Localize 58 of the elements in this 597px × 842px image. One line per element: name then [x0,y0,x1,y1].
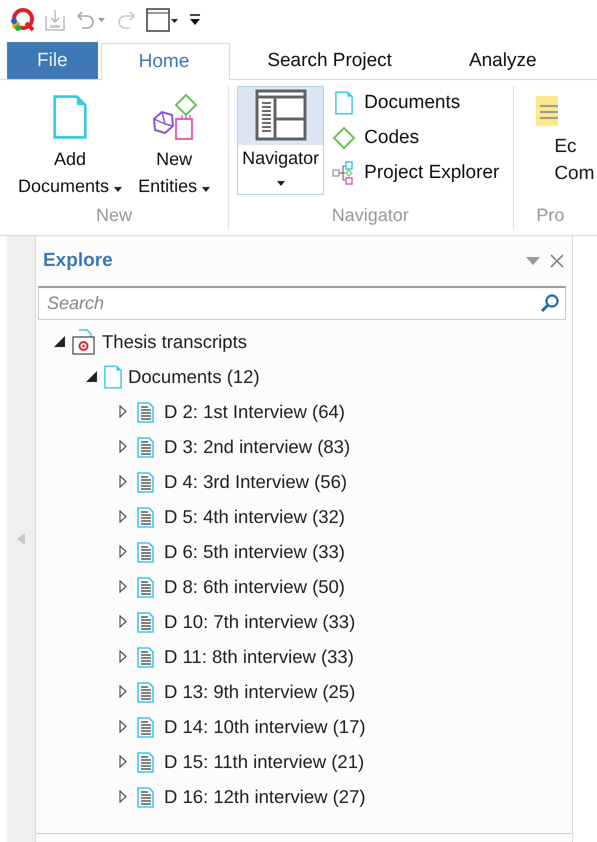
customize-menu-icon[interactable] [188,13,202,27]
collapsed-arrow-icon[interactable] [119,615,127,628]
ribbon-tab[interactable]: Search Project [230,42,432,79]
collapsed-arrow-icon[interactable] [119,580,127,593]
tree-item-label[interactable]: D 16: 12th interview (27) [164,786,366,808]
comment-icon [536,96,558,126]
tree-item-label[interactable]: D 14: 10th interview (17) [164,716,366,738]
collapsed-arrow-icon[interactable] [119,650,127,663]
document-icon [53,94,88,140]
collapsed-arrow-icon[interactable] [119,545,127,558]
ribbon-button[interactable]: Documents [328,86,504,119]
collapsed-arrow-icon[interactable] [119,475,127,488]
collapsed-arrow-icon[interactable] [119,440,127,453]
collapsed-arrow-icon[interactable] [119,790,127,803]
document-icon [104,364,122,388]
tree-item-label[interactable]: D 11: 8th interview (33) [164,646,354,668]
tree-item-label[interactable]: D 10: 7th interview (33) [164,610,356,632]
ribbon-button[interactable]: Add Documents [10,86,130,202]
ribbon-button-label[interactable]: Ec Com [524,86,594,187]
project-icon [72,328,96,354]
window-layout-icon[interactable] [146,7,180,33]
tree-item-label[interactable]: Documents (12) [128,366,260,388]
app-logo-icon[interactable] [10,7,36,33]
diamond-icon [332,126,356,150]
panel-title: Explore [43,250,114,272]
ribbon-tab[interactable]: File [7,42,98,79]
collapsed-arrow-icon[interactable] [119,755,127,768]
expanded-arrow-icon[interactable] [86,371,96,382]
dropdown-icon[interactable] [526,257,540,265]
tree-item-label[interactable]: D 6: 5th interview (33) [164,540,345,562]
navigator-layout-icon [254,89,307,143]
group-label: Pro [535,205,566,227]
group-label: Navigator [330,205,410,227]
tree-item-label[interactable]: D 3: 2nd interview (83) [164,436,350,458]
navigator-button[interactable]: Navigator [237,86,324,195]
document-icon [335,90,354,114]
tree-item-label[interactable]: Thesis transcripts [102,330,247,352]
collapsed-arrow-icon[interactable] [119,685,127,698]
tree-item-label[interactable]: D 13: 9th interview (25) [164,680,356,702]
ribbon-button[interactable]: Project Explorer [328,156,504,189]
tree-item-label[interactable]: D 15: 11th interview (21) [164,750,364,772]
expanded-arrow-icon[interactable] [54,336,64,347]
tree-item-label[interactable]: D 2: 1st Interview (64) [164,400,345,422]
ribbon-button[interactable]: Codes [328,121,504,154]
ribbon-tab[interactable]: Home [100,43,230,80]
caret-icon [276,180,285,186]
tree-item-label[interactable]: D 8: 6th interview (50) [164,576,345,598]
ribbon-tab[interactable]: Analyze [432,42,577,79]
close-icon[interactable] [550,254,564,268]
tree-item-label[interactable]: D 5: 4th interview (32) [164,506,345,528]
group-label: New [95,205,134,227]
search-field[interactable]: Search [38,286,566,320]
collapsed-arrow-icon[interactable] [119,720,127,733]
ribbon-button[interactable]: New Entities [130,86,218,202]
collapsed-arrow-icon[interactable] [119,405,127,418]
tree-item-label[interactable]: D 4: 3rd Interview (56) [164,470,348,492]
collapsed-arrow-icon[interactable] [119,510,127,523]
search-icon[interactable] [540,293,560,313]
